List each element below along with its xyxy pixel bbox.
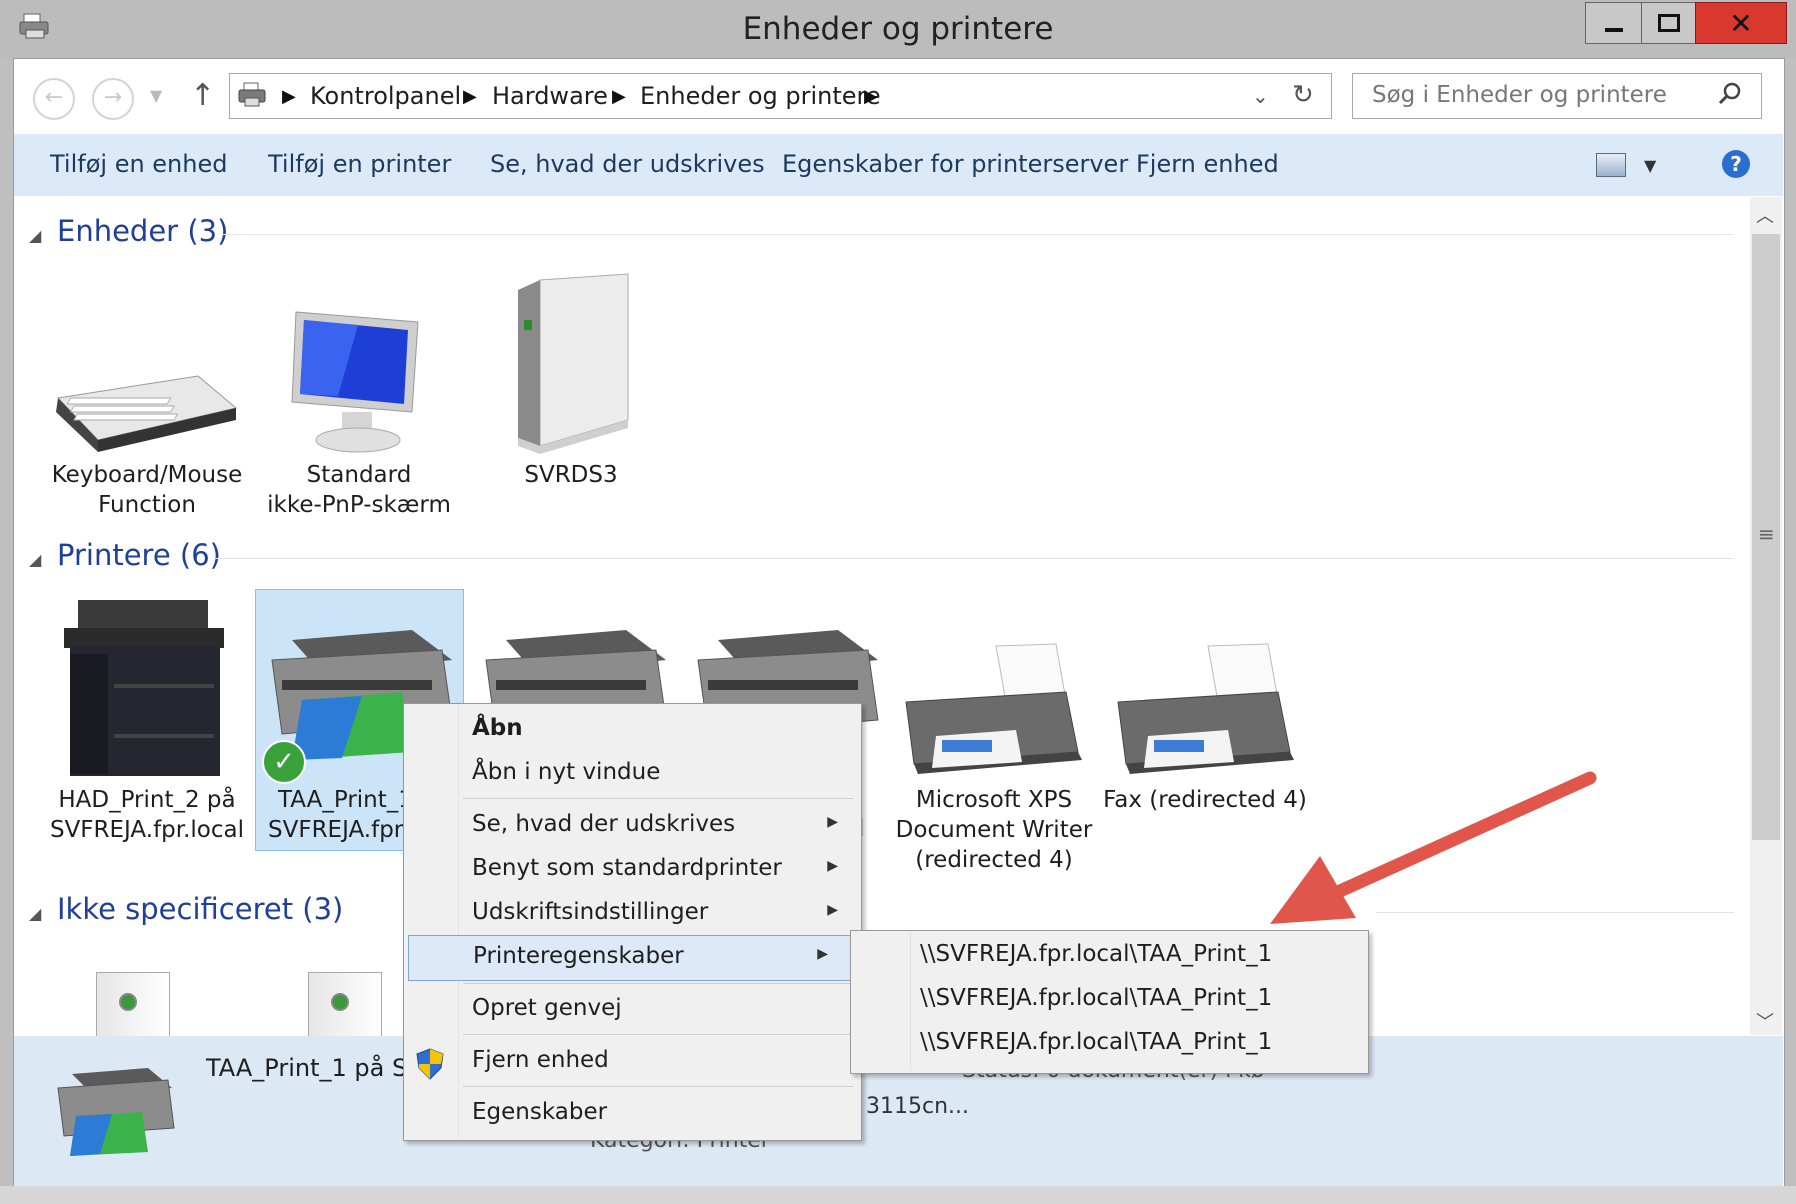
collapse-triangle-icon[interactable]: ◢ <box>29 904 41 923</box>
printer-label: HAD_Print_2 på SVFREJA.fpr.local <box>49 787 245 843</box>
close-button[interactable]: ✕ <box>1695 2 1787 44</box>
remove-device-button[interactable]: Fjern enhed <box>1136 150 1279 178</box>
menu-item-open-new-window[interactable]: Åbn i nyt vindue <box>403 752 860 796</box>
keyboard-icon[interactable] <box>48 368 238 456</box>
collapse-triangle-icon[interactable]: ◢ <box>29 226 41 245</box>
menu-item-printer-properties[interactable]: Printeregenskaber ▶ <box>408 935 851 981</box>
add-printer-button[interactable]: Tilføj en printer <box>268 150 451 178</box>
menu-item-properties[interactable]: Egenskaber <box>403 1092 860 1136</box>
details-printer-icon <box>52 1060 176 1156</box>
xps-printer-icon[interactable] <box>896 640 1086 778</box>
scroll-down-arrow-icon[interactable]: ﹀ <box>1756 1008 1774 1034</box>
scrollbar-grip-icon: ≡ <box>1758 522 1775 546</box>
menu-separator <box>463 1086 853 1087</box>
maximize-button[interactable] <box>1641 2 1697 44</box>
annotation-arrow <box>1260 760 1600 932</box>
breadcrumb-devices-printers[interactable]: Enheder og printere <box>640 82 881 110</box>
default-printer-check-icon: ✓ <box>262 740 306 784</box>
address-printer-icon <box>236 80 268 110</box>
view-options-chevron-down-icon[interactable]: ▼ <box>1644 156 1656 175</box>
breadcrumb-kontrolpanel[interactable]: Kontrolpanel <box>310 82 461 110</box>
printer-label: TAA_Print_1 SVFREJA.fpr.l <box>268 787 415 843</box>
menu-item-remove-device[interactable]: Fjern enhed <box>403 1040 860 1084</box>
group-header-unspecified[interactable]: Ikke specificeret (3) <box>57 892 343 926</box>
server-icon[interactable] <box>308 972 382 1037</box>
breadcrumb-separator-icon[interactable]: ▶ <box>612 86 626 107</box>
add-device-button[interactable]: Tilføj en enhed <box>50 150 227 178</box>
help-icon[interactable]: ? <box>1722 150 1750 178</box>
details-model: 3115cn... <box>866 1094 970 1119</box>
submenu-item-printer-path[interactable]: \\SVFREJA.fpr.local\TAA_Print_1 <box>850 1022 1367 1066</box>
search-placeholder: Søg i Enheder og printere <box>1372 82 1667 108</box>
device-label: SVRDS3 <box>524 462 618 488</box>
group-divider <box>222 234 1734 235</box>
refresh-icon[interactable]: ↻ <box>1292 80 1314 110</box>
menu-item-see-printing[interactable]: Se, hvad der udskrives ▶ <box>403 804 860 848</box>
device-label: Keyboard/Mouse Function <box>51 462 243 518</box>
up-arrow-icon[interactable]: ↑ <box>190 78 215 113</box>
print-server-properties-button[interactable]: Egenskaber for printerserver <box>782 150 1128 178</box>
breadcrumb-separator-icon[interactable]: ▶ <box>463 86 477 107</box>
breadcrumb-hardware[interactable]: Hardware <box>492 82 608 110</box>
monitor-icon[interactable] <box>288 308 428 458</box>
menu-item-set-default[interactable]: Benyt som standardprinter ▶ <box>403 848 860 892</box>
view-options-icon[interactable] <box>1596 153 1626 177</box>
server-icon[interactable] <box>510 270 636 454</box>
breadcrumb-separator-icon: ▶ <box>282 86 296 107</box>
breadcrumb-separator-icon[interactable]: ▶ <box>864 86 878 107</box>
device-label: Standard ikke-PnP-skærm <box>267 462 451 518</box>
recent-locations-chevron-icon[interactable]: ▼ <box>150 86 162 105</box>
server-icon[interactable] <box>96 972 170 1037</box>
collapse-triangle-icon[interactable]: ◢ <box>29 550 41 569</box>
menu-separator <box>463 1034 853 1035</box>
printer-mfp-icon[interactable] <box>58 594 230 784</box>
details-printer-name: TAA_Print_1 på SV <box>206 1054 424 1082</box>
submenu-item-printer-path[interactable]: \\SVFREJA.fpr.local\TAA_Print_1 <box>850 978 1367 1022</box>
forward-button[interactable]: → <box>92 78 134 120</box>
menu-item-open[interactable]: Åbn <box>403 708 860 752</box>
group-header-printers[interactable]: Printere (6) <box>57 538 221 572</box>
menu-separator <box>463 798 853 799</box>
see-printing-button[interactable]: Se, hvad der udskrives <box>490 150 765 178</box>
submenu-item-printer-path[interactable]: \\SVFREJA.fpr.local\TAA_Print_1 <box>850 934 1367 978</box>
menu-item-create-shortcut[interactable]: Opret genvej <box>403 988 860 1032</box>
window-title: Enheder og printere <box>742 11 1054 47</box>
desktop-strip <box>0 1186 1796 1204</box>
menu-item-printing-preferences[interactable]: Udskriftsindstillinger ▶ <box>403 892 860 936</box>
menu-separator <box>463 983 853 984</box>
group-header-devices[interactable]: Enheder (3) <box>57 214 228 248</box>
scroll-up-arrow-icon[interactable]: ︿ <box>1756 202 1774 228</box>
printer-label: Microsoft XPS Document Writer (redirected … <box>895 787 1093 873</box>
address-dropdown-chevron-icon[interactable]: ⌄ <box>1252 84 1269 108</box>
app-printer-icon <box>18 12 52 42</box>
back-button[interactable]: ← <box>33 78 75 120</box>
search-icon[interactable] <box>1716 80 1744 108</box>
group-divider <box>214 558 1734 559</box>
fax-printer-icon[interactable] <box>1108 640 1298 778</box>
minimize-button[interactable] <box>1585 2 1643 44</box>
